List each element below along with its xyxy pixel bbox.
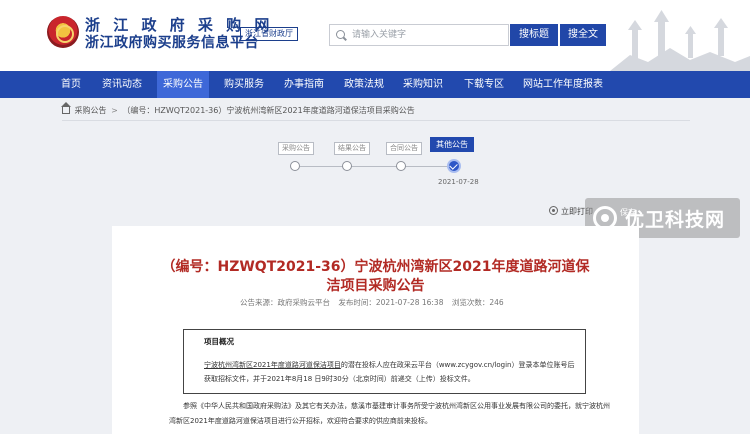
page-title-line1: （编号：HZWQT2021-36）宁波杭州湾新区2021年度道路河道保 (161, 259, 590, 275)
step-label-contract[interactable]: 合同公告 (386, 142, 422, 155)
page-title: （编号：HZWQT2021-36）宁波杭州湾新区2021年度道路河道保 洁项目采… (112, 258, 639, 296)
dept-badge: 浙江省财政厅 (240, 27, 298, 41)
step-date: 2021-07-28 (438, 178, 479, 186)
step-dot-other[interactable] (447, 159, 461, 173)
nav-item-knowledge[interactable]: 采购知识 (397, 71, 449, 98)
breadcrumb: 采购公告 > （编号：HZWQT2021-36）宁波杭州湾新区2021年度道路河… (61, 102, 415, 116)
search-fulltext-button[interactable]: 搜全文 (560, 24, 606, 46)
search-title-button[interactable]: 搜标题 (510, 24, 558, 46)
divider (62, 120, 690, 121)
nav-item-home[interactable]: 首页 (53, 71, 89, 98)
document-card: （编号：HZWQT2021-36）宁波杭州湾新区2021年度道路河道保 洁项目采… (112, 226, 639, 434)
step-label-other[interactable]: 其他公告 (430, 137, 474, 152)
site-header: 浙 江 政 府 采 购 网 浙江政府购买服务信息平台 浙江省财政厅 搜标题 搜全… (0, 0, 750, 71)
check-icon (449, 161, 458, 170)
site-subtitle[interactable]: 浙江政府购买服务信息平台 (85, 32, 259, 52)
meta-source: 公告来源：政府采购云平台 (240, 298, 330, 307)
main-nav: 首页 资讯动态 采购公告 购买服务 办事指南 政策法规 采购知识 下载专区 网站… (0, 71, 750, 98)
stepper-line (300, 166, 450, 167)
notice-box: 项目概况 宁波杭州湾新区2021年度道路河道保洁项目的潜在投标人应在政采云平台（… (183, 329, 586, 394)
nav-item-news[interactable]: 资讯动态 (96, 71, 148, 98)
search-icon (336, 30, 345, 39)
step-label-procurement[interactable]: 采购公告 (278, 142, 314, 155)
emblem-logo-icon[interactable] (47, 16, 79, 48)
step-dot-contract[interactable] (396, 161, 406, 171)
notice-body: 宁波杭州湾新区2021年度道路河道保洁项目的潜在投标人应在政采云平台（www.z… (204, 358, 577, 386)
breadcrumb-separator: > (111, 106, 118, 115)
nav-item-guide[interactable]: 办事指南 (278, 71, 330, 98)
nav-item-purchase-service[interactable]: 购买服务 (218, 71, 270, 98)
doc-meta: 公告来源：政府采购云平台 发布时间：2021-07-28 16:38 浏览次数：… (240, 297, 510, 308)
search-input[interactable] (329, 24, 509, 46)
print-icon[interactable] (549, 206, 558, 215)
notice-project-name: 宁波杭州湾新区2021年度道路河道保洁项目 (204, 361, 341, 369)
notice-heading: 项目概况 (204, 337, 234, 346)
step-dot-procurement[interactable] (290, 161, 300, 171)
nav-item-procurement-notice[interactable]: 采购公告 (157, 71, 209, 98)
save-button[interactable]: 保存 (620, 207, 636, 218)
nav-item-annual-report[interactable]: 网站工作年度报表 (517, 71, 609, 98)
page-title-line2: 洁项目采购公告 (326, 278, 425, 294)
home-icon[interactable] (61, 102, 71, 114)
watermark-text: 优卫科技网 (625, 209, 726, 231)
nav-item-download[interactable]: 下载专区 (458, 71, 510, 98)
step-label-result[interactable]: 结果公告 (334, 142, 370, 155)
step-dot-result[interactable] (342, 161, 352, 171)
meta-views: 浏览次数：246 (451, 298, 504, 307)
intro-paragraph: 参照《中华人民共和国政府采购法》及其它有关办法，慈溪市基建审计事务所受宁波杭州湾… (169, 402, 610, 425)
skyline-decoration-icon (610, 10, 750, 71)
breadcrumb-root[interactable]: 采购公告 (75, 106, 107, 115)
meta-publish-time: 发布时间：2021-07-28 16:38 (338, 298, 444, 307)
breadcrumb-current: （编号：HZWQT2021-36）宁波杭州湾新区2021年度道路河道保洁项目采购… (122, 106, 415, 115)
nav-item-policy[interactable]: 政策法规 (338, 71, 390, 98)
